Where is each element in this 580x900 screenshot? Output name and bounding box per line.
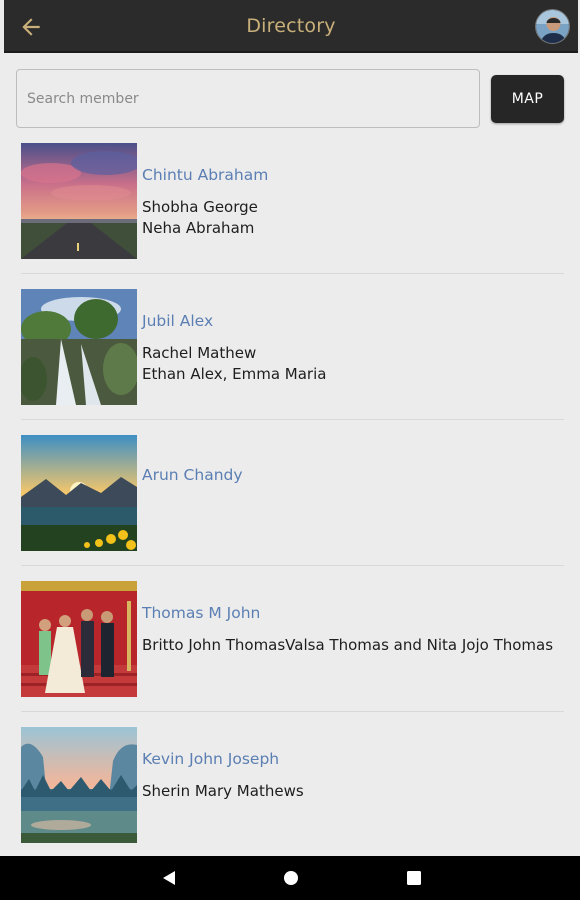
family-member: Sherin Mary Mathews [142,782,304,800]
user-avatar[interactable] [535,9,570,44]
list-item[interactable]: Kevin John Joseph Sherin Mary Mathews [0,712,580,856]
member-name[interactable]: Thomas M John [142,604,260,622]
member-photo [21,581,137,697]
member-list: Chintu Abraham Shobha George Neha Abraha… [0,128,580,856]
list-item[interactable]: Thomas M John Britto John ThomasValsa Th… [0,566,580,712]
member-photo [21,143,137,259]
family-member: Rachel Mathew [142,344,257,362]
member-name[interactable]: Chintu Abraham [142,166,268,184]
member-photo [21,289,137,405]
member-name[interactable]: Arun Chandy [142,466,243,484]
family-member: Ethan Alex, Emma Maria [142,365,327,383]
search-input[interactable] [16,69,480,128]
member-name[interactable]: Kevin John Joseph [142,750,279,768]
member-photo [21,435,137,551]
member-name[interactable]: Jubil Alex [142,312,213,330]
nav-back-icon[interactable] [158,868,180,888]
list-item[interactable]: Arun Chandy [0,420,580,566]
map-button[interactable]: MAP [491,75,564,123]
family-member: Shobha George [142,198,258,216]
system-nav-bar [0,856,580,900]
nav-recents-icon[interactable] [403,868,425,888]
app-bar: Directory [4,0,578,53]
family-member: Neha Abraham [142,219,255,237]
page-title: Directory [246,15,336,37]
family-member: Britto John ThomasValsa Thomas and Nita … [142,636,554,654]
app-screen: Directory MAP [0,0,580,900]
list-item[interactable]: Jubil Alex Rachel Mathew Ethan Alex, Emm… [0,274,580,420]
member-photo [21,727,137,843]
list-item[interactable]: Chintu Abraham Shobha George Neha Abraha… [0,128,580,274]
nav-home-icon[interactable] [280,868,302,888]
